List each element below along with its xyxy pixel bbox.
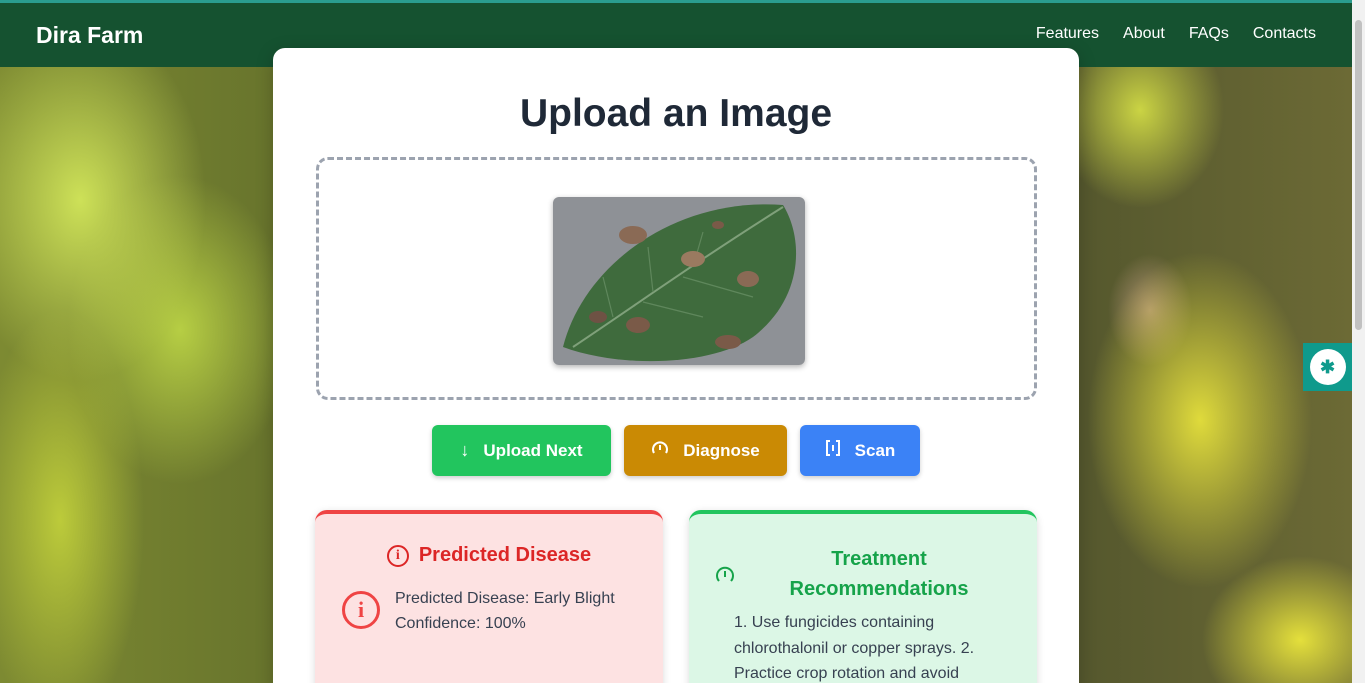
scan-button[interactable]: Scan [800, 425, 920, 476]
brand-logo[interactable]: Dira Farm [36, 22, 143, 49]
info-circle-large-icon: i [342, 591, 380, 629]
confidence-value: Confidence: 100% [395, 615, 526, 632]
arrow-down-icon: ↓ [460, 440, 470, 460]
predicted-disease-panel: i Predicted Disease i Predicted Disease:… [315, 510, 663, 683]
nav-link-contacts[interactable]: Contacts [1253, 25, 1316, 43]
page-title: Upload an Image [519, 92, 833, 135]
nav-link-faqs[interactable]: FAQs [1189, 25, 1229, 43]
image-dropzone[interactable] [316, 157, 1037, 400]
scan-brackets-icon [825, 439, 841, 462]
upload-next-button[interactable]: ↓ Upload Next [432, 425, 611, 476]
nav-link-about[interactable]: About [1123, 25, 1165, 43]
prediction-result: Predicted Disease: Early Blight Confiden… [395, 586, 645, 636]
diagnose-button[interactable]: Diagnose [624, 425, 787, 476]
upload-card: Upload an Image ↓ Upload Next Diagnose S… [273, 48, 1079, 683]
treatment-panel: Treatment Recommendations 1. Use fungici… [689, 510, 1037, 683]
diagnose-label: Diagnose [683, 440, 760, 460]
upload-next-label: Upload Next [483, 440, 583, 460]
treatment-heading-line2: Recommendations [789, 578, 969, 600]
treatment-heading-line1: Treatment [831, 548, 927, 570]
scan-label: Scan [854, 440, 896, 460]
page-scrollbar[interactable] [1352, 0, 1365, 683]
scrollbar-thumb[interactable] [1355, 20, 1362, 330]
gauge-icon [651, 439, 669, 462]
nav-link-features[interactable]: Features [1036, 25, 1099, 43]
side-widget-button[interactable]: ✱ [1303, 343, 1352, 391]
leaf-image [553, 197, 805, 365]
treatment-text: 1. Use fungicides containing chlorothalo… [734, 614, 975, 682]
predicted-disease-heading: Predicted Disease [418, 544, 592, 566]
uploaded-image-preview [553, 197, 805, 365]
predicted-disease-value: Predicted Disease: Early Blight [395, 590, 615, 607]
predicted-disease-header: i Predicted Disease [315, 544, 663, 567]
gauge-icon [715, 565, 735, 590]
widget-logo-icon: ✱ [1309, 349, 1346, 385]
nav-links: Features About FAQs Contacts [1036, 25, 1316, 43]
treatment-heading: Treatment Recommendations [759, 544, 999, 604]
info-circle-icon: i [386, 544, 409, 567]
